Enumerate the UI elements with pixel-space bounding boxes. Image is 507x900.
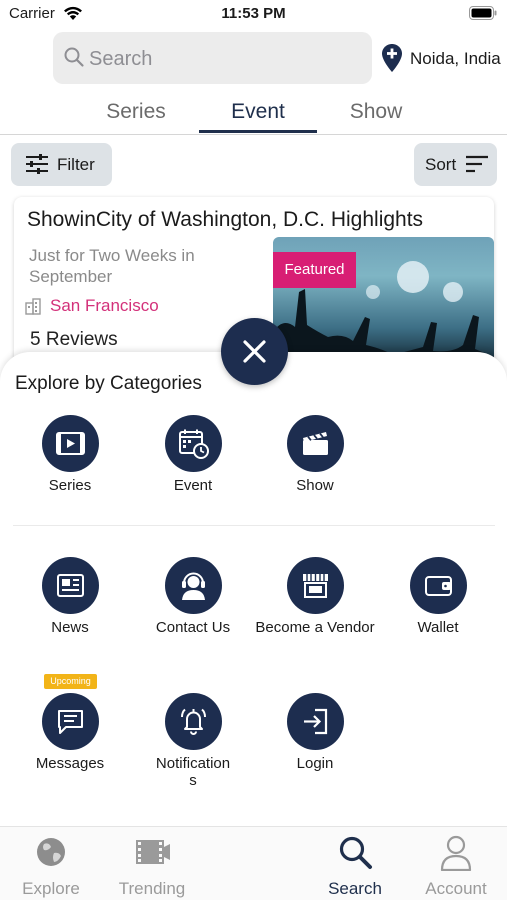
menu-label: Become a Vendor: [255, 619, 375, 636]
nav-explore[interactable]: Explore: [1, 835, 101, 899]
film-icon: [136, 840, 170, 864]
tab-series[interactable]: Series: [76, 100, 196, 124]
nav-label: Explore: [22, 879, 80, 898]
event-subtitle: Just for Two Weeks in September: [29, 246, 195, 286]
category-show[interactable]: Show: [255, 415, 375, 494]
event-reviews: 5 Reviews: [30, 329, 118, 350]
category-tabs: Series Event Show: [76, 96, 436, 136]
filter-label: Filter: [57, 155, 95, 174]
city-buildings-icon: [24, 297, 42, 320]
battery-icon: [469, 6, 497, 25]
nav-label: Search: [328, 879, 382, 898]
menu-contact-us[interactable]: Contact Us: [133, 557, 253, 636]
menu-label: Contact Us: [155, 619, 231, 636]
calendar-clock-icon: [178, 429, 209, 459]
menu-login[interactable]: Login: [255, 693, 375, 772]
category-series[interactable]: Series: [10, 415, 130, 494]
nav-trending[interactable]: Trending: [102, 835, 202, 899]
globe-icon: [37, 838, 65, 866]
bottom-nav: Explore Trending Search Account: [0, 826, 507, 900]
headset-agent-icon: [181, 572, 205, 600]
menu-wallet[interactable]: Wallet: [378, 557, 498, 636]
active-tab-indicator: [199, 130, 317, 133]
filter-button[interactable]: Filter: [11, 143, 112, 186]
event-photo: Featured: [273, 237, 494, 367]
category-label: Event: [173, 477, 213, 494]
close-icon: [240, 337, 269, 371]
menu-label: News: [51, 619, 89, 636]
sort-button[interactable]: Sort: [414, 143, 497, 186]
nav-label: Account: [425, 879, 487, 898]
storefront-icon: [302, 574, 328, 598]
sort-label: Sort: [425, 155, 457, 174]
nav-search[interactable]: Search: [305, 835, 405, 899]
video-icon: [55, 432, 85, 455]
sheet-title: Explore by Categories: [15, 373, 202, 394]
tab-show[interactable]: Show: [316, 100, 436, 124]
featured-badge: Featured: [273, 252, 356, 288]
message-icon: [57, 710, 83, 734]
menu-news[interactable]: News: [10, 557, 130, 636]
search-icon: [339, 836, 372, 869]
clock: 11:53 PM: [221, 5, 286, 22]
menu-messages[interactable]: Messages: [10, 693, 130, 772]
sliders-icon: [25, 154, 49, 179]
nav-account[interactable]: Account: [406, 835, 506, 899]
sort-lines-icon: [465, 155, 489, 178]
menu-label: Login: [296, 755, 334, 772]
menu-label: Wallet: [417, 619, 459, 636]
location-label: Noida, India: [410, 49, 501, 68]
clapperboard-icon: [302, 432, 328, 455]
event-title: ShowinCity of Washington, D.C. Highlight…: [27, 208, 424, 231]
search-icon: [63, 46, 85, 73]
event-city: San Francisco: [50, 296, 159, 315]
menu-notifications[interactable]: Notifications: [133, 693, 253, 789]
user-icon: [440, 835, 472, 871]
menu-become-vendor[interactable]: Become a Vendor: [255, 557, 375, 636]
tabs-divider: [0, 134, 507, 135]
wallet-icon: [424, 576, 452, 596]
close-sheet-button[interactable]: [221, 318, 288, 385]
login-icon: [303, 708, 327, 735]
status-bar: Carrier 11:53 PM: [0, 0, 507, 28]
category-label: Series: [48, 477, 92, 494]
location-pin-icon: [381, 43, 403, 78]
upcoming-badge: Upcoming: [44, 674, 97, 689]
section-divider: [13, 525, 495, 526]
newspaper-icon: [56, 574, 84, 597]
category-event[interactable]: Event: [133, 415, 253, 494]
menu-label: Messages: [35, 755, 105, 772]
menu-label: Notifications: [155, 755, 231, 789]
search-placeholder: Search: [89, 48, 153, 70]
bell-ring-icon: [180, 708, 206, 735]
tab-event[interactable]: Event: [198, 100, 318, 124]
nav-label: Trending: [118, 879, 186, 898]
search-input[interactable]: Search: [53, 32, 372, 84]
category-label: Show: [296, 477, 334, 494]
